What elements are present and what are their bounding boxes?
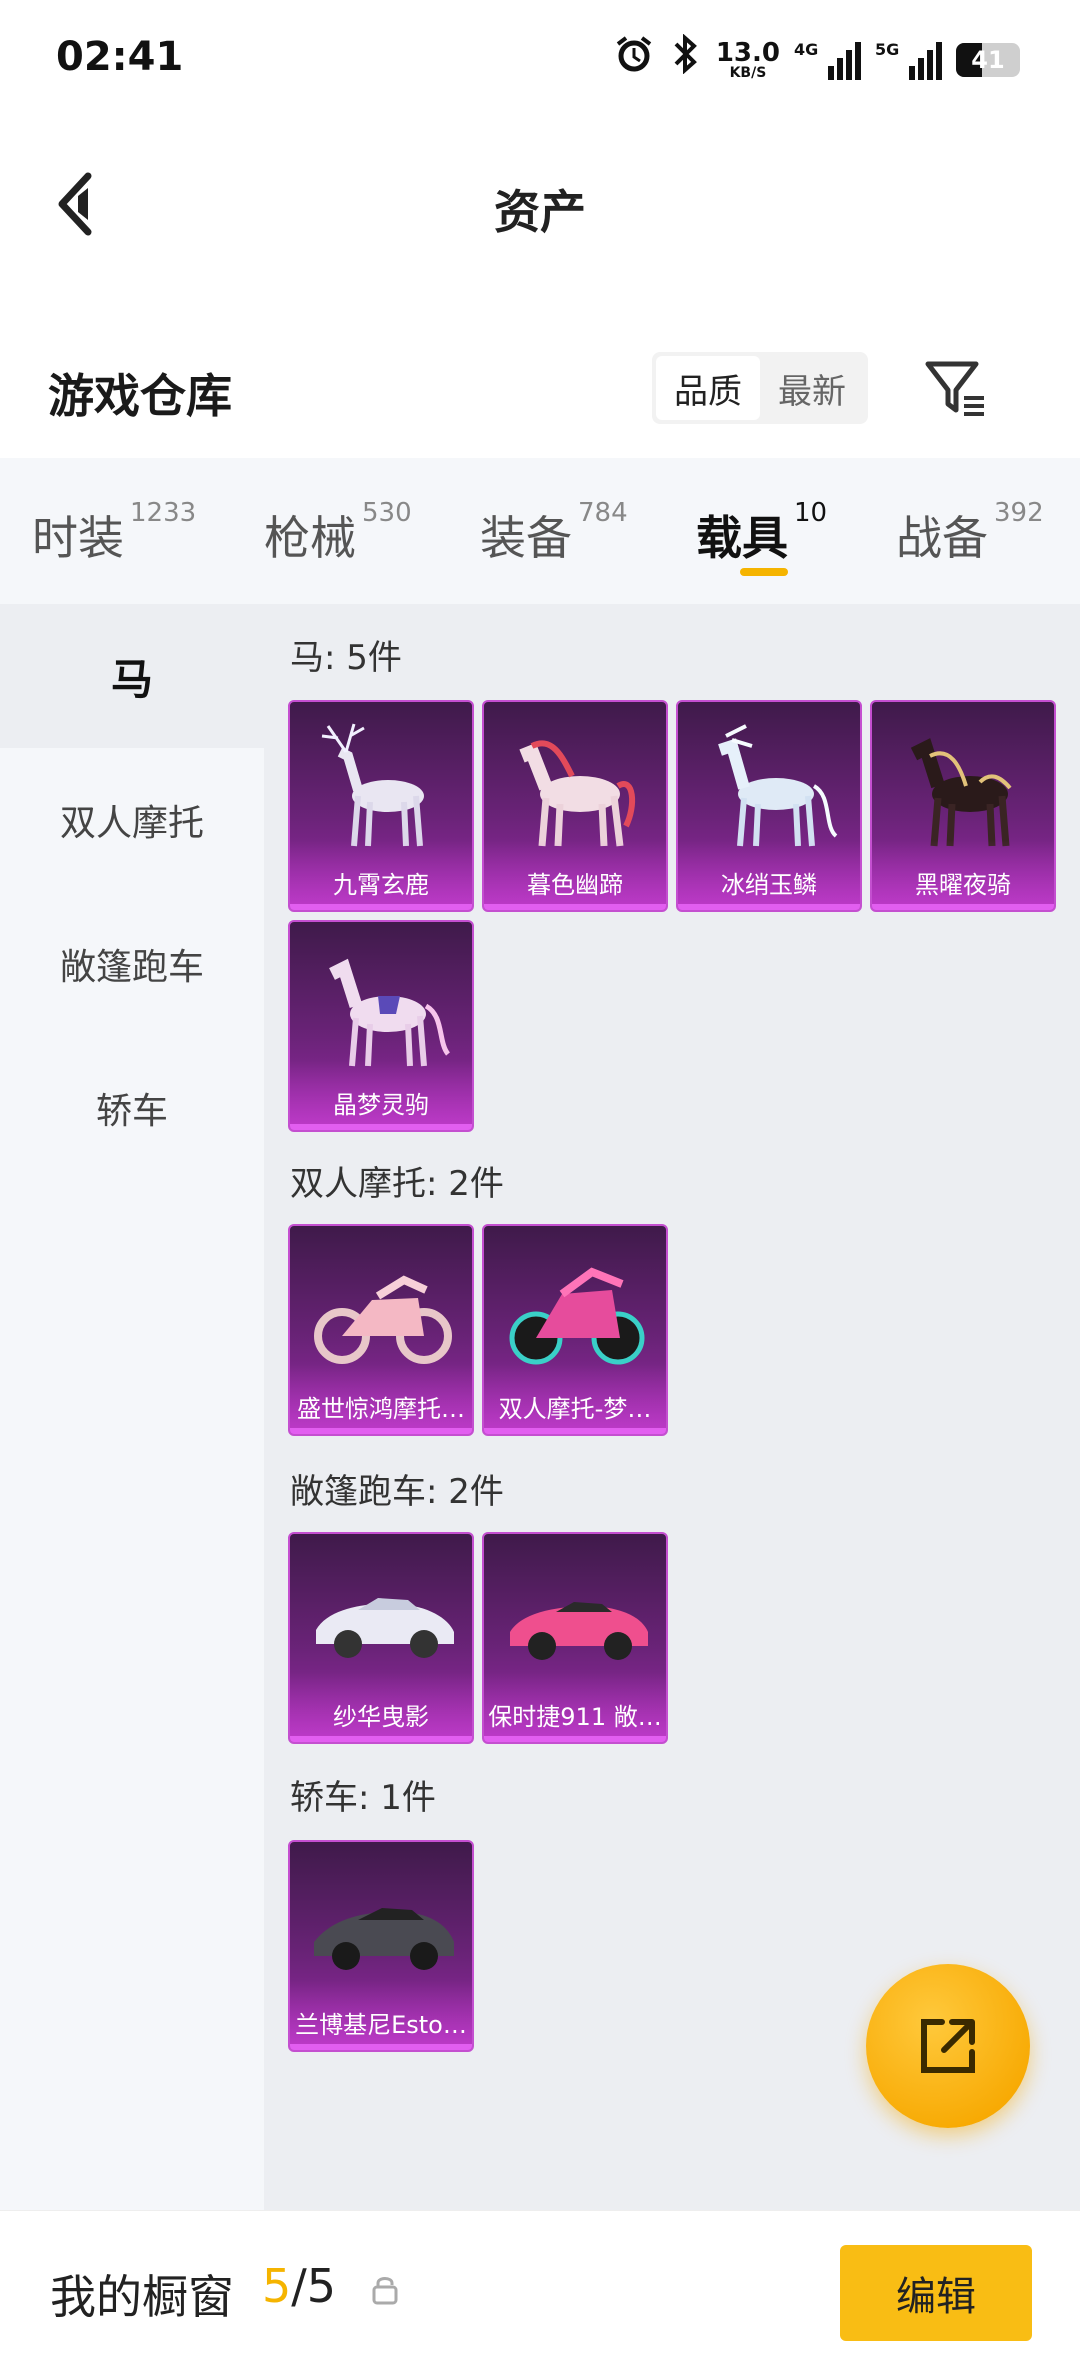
item-card[interactable]: 双人摩托-梦… [482,1224,668,1436]
signal-4g-icon: 4G [794,40,861,80]
item-card[interactable]: 冰绡玉鳞 [676,700,862,912]
item-card[interactable]: 兰博基尼Esto… [288,1840,474,2052]
sort-option-newest[interactable]: 最新 [760,356,864,420]
app-header: 资产 [0,140,1080,270]
section-title-sedan: 轿车: 1件 [290,1778,436,1818]
alarm-icon [614,34,654,85]
car-icon [510,1602,648,1660]
ice-horse-icon [718,724,838,847]
item-card[interactable]: 暮色幽蹄 [482,700,668,912]
car-icon [314,1908,454,1970]
sort-option-quality[interactable]: 品质 [656,356,760,420]
motorcycle-icon [314,1275,452,1364]
share-fab-button[interactable] [866,1964,1030,2128]
showcase-title: 我的橱窗 [50,2270,234,2324]
active-tab-indicator [740,568,788,576]
sidebar-item-convertible[interactable]: 敞篷跑车 [0,892,264,1036]
tab-fashion[interactable]: 时装 1233 [32,498,196,568]
deer-icon [321,723,424,847]
tab-guns[interactable]: 枪械 530 [264,498,412,568]
sidebar-item-sedan[interactable]: 轿车 [0,1036,264,1180]
section-title-convertible: 敞篷跑车: 2件 [290,1472,504,1512]
edit-button[interactable]: 编辑 [840,2245,1032,2341]
section-title-horse: 马: 5件 [290,638,402,678]
horse-icon [519,740,636,847]
category-tabs: 时装 1233 枪械 530 装备 784 载具 10 战备 392 [0,458,1080,604]
car-icon [316,1598,454,1658]
sort-toggle: 品质 最新 [652,352,868,424]
tab-combat-gear[interactable]: 战备 392 [896,498,1044,568]
item-card[interactable]: 九霄玄鹿 [288,700,474,912]
crystal-horse-icon [329,958,451,1067]
status-icons: 13.0 KB/S 4G 5G 41 [614,33,1020,85]
tab-equipment[interactable]: 装备 784 [480,498,628,568]
external-link-icon [921,2019,975,2073]
category-sidebar: 马 双人摩托 敞篷跑车 轿车 [0,604,264,2210]
showcase-count: 5/5 [262,2259,337,2313]
filter-button[interactable] [920,352,992,424]
bluetooth-icon [668,33,702,85]
lock-icon [372,2277,398,2305]
item-card[interactable]: 保时捷911 敞… [482,1532,668,1744]
filter-icon [925,361,984,416]
tab-vehicles[interactable]: 载具 10 [696,498,827,568]
sidebar-item-horse[interactable]: 马 [0,604,264,748]
status-time: 02:41 [56,34,184,80]
sidebar-item-double-motorcycle[interactable]: 双人摩托 [0,748,264,892]
item-card[interactable]: 纱华曳影 [288,1532,474,1744]
page-title: 资产 [494,185,586,239]
status-bar: 02:41 13.0 KB/S 4G 5G 41 [0,0,1080,120]
signal-5g-icon: 5G [875,40,942,80]
battery-icon: 41 [956,42,1020,77]
section-title-double-motorcycle: 双人摩托: 2件 [290,1164,504,1204]
dark-horse-icon [910,738,1012,847]
showcase-bar: 我的橱窗 5/5 编辑 [0,2210,1080,2376]
warehouse-title: 游戏仓库 [48,369,232,423]
net-speed: 13.0 KB/S [715,37,780,81]
item-card[interactable]: 黑曜夜骑 [870,700,1056,912]
motorcycle-icon [509,1267,645,1365]
item-card[interactable]: 盛世惊鸿摩托… [288,1224,474,1436]
item-card[interactable]: 晶梦灵驹 [288,920,474,1132]
